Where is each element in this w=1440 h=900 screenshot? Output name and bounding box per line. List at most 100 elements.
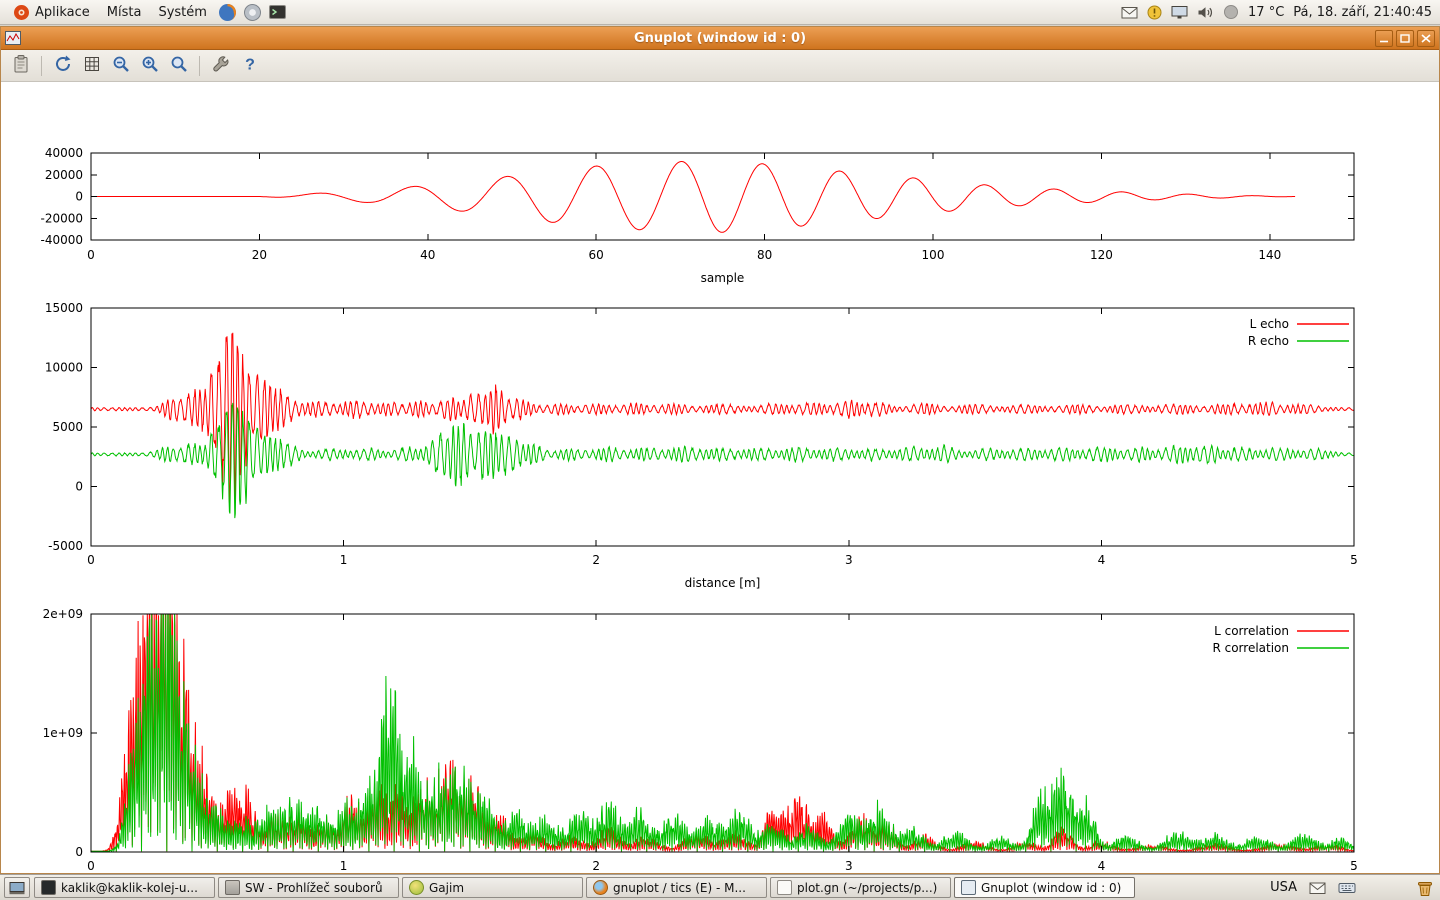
maximize-button[interactable] [1396,30,1414,47]
taskbar-item[interactable]: SW - Prohlížeč souborů [218,877,399,898]
svg-text:distance [m]: distance [m] [685,576,761,590]
help-button[interactable]: ? [236,53,263,79]
svg-text:sample: sample [701,271,745,285]
svg-text:120: 120 [1090,248,1113,262]
menu-applications[interactable]: Aplikace [6,2,97,23]
menu-system[interactable]: Systém [151,3,213,22]
svg-text:1: 1 [340,859,348,873]
svg-text:10000: 10000 [45,361,83,375]
mail-notification-icon[interactable] [1121,5,1138,20]
zoom-fit-icon [169,54,189,77]
gnuplot-icon [961,880,976,895]
keyboard-icon[interactable] [1338,881,1356,895]
firefox-icon [593,880,608,895]
mail-icon[interactable] [1309,881,1326,895]
taskbar-item-label: gnuplot / tics (E) - M... [613,881,746,895]
show-desktop-button[interactable] [4,877,30,898]
update-notifier-icon[interactable] [1147,5,1162,20]
ubuntu-logo-icon [13,4,30,21]
svg-text:1: 1 [340,553,348,567]
firefox-launcher-icon[interactable] [217,1,239,23]
svg-text:1e+09: 1e+09 [43,726,83,740]
gnuplot-toolbar: ? [1,50,1439,82]
help-icon: ? [240,54,260,77]
taskbar-window-list: kaklik@kaklik-kolej-u... SW - Prohlížeč s… [34,877,1135,898]
autoscale-button[interactable] [165,53,192,79]
svg-text:0: 0 [75,190,83,204]
refresh-icon [53,54,73,77]
svg-text:4: 4 [1098,553,1106,567]
svg-text:3: 3 [845,859,853,873]
svg-text:20: 20 [252,248,267,262]
replot-button[interactable] [49,53,76,79]
taskbar-item-label: Gnuplot (window id : 0) [981,881,1121,895]
weather-icon[interactable] [1223,4,1239,20]
taskbar-item[interactable]: gnuplot / tics (E) - M... [586,877,767,898]
terminal-launcher-icon[interactable] [267,1,289,23]
svg-text:-5000: -5000 [48,539,83,553]
svg-text:0: 0 [75,480,83,494]
taskbar-item-label: Gajim [429,881,464,895]
trash-icon[interactable] [1416,879,1434,897]
toggle-grid-button[interactable] [78,53,105,79]
copy-clipboard-button[interactable] [7,53,34,79]
wrench-icon [211,54,231,77]
svg-text:40000: 40000 [45,146,83,160]
svg-text:140: 140 [1258,248,1281,262]
svg-text:?: ? [245,57,255,74]
svg-text:L correlation: L correlation [1214,624,1289,638]
close-button[interactable] [1417,30,1435,47]
svg-text:100: 100 [922,248,945,262]
svg-text:0: 0 [87,553,95,567]
svg-text:40: 40 [420,248,435,262]
chart-echo-signals[interactable]: 012345-5000050001000015000distance [m]L … [1,297,1440,599]
svg-text:5: 5 [1350,553,1358,567]
toolbar-separator [41,56,42,76]
zoom-in-icon [140,54,160,77]
svg-text:2e+09: 2e+09 [43,607,83,621]
clock[interactable]: Pá, 18. září, 21:40:45 [1293,5,1432,20]
svg-text:-40000: -40000 [40,233,83,247]
editor-icon [777,880,792,895]
taskbar-item[interactable]: Gajim [402,877,583,898]
chart-correlation[interactable]: 01234501e+092e+09distance [m]L correlati… [1,604,1440,900]
taskbar-item-label: SW - Prohlížeč souborů [245,881,383,895]
titlebar[interactable]: Gnuplot (window id : 0) [1,27,1439,50]
menu-places[interactable]: Místa [100,3,149,22]
svg-text:R echo: R echo [1248,334,1289,348]
clipboard-icon [11,54,31,77]
temperature[interactable]: 17 °C [1248,5,1284,20]
grid-icon [82,54,102,77]
svg-text:0: 0 [75,845,83,859]
svg-text:4: 4 [1098,859,1106,873]
svg-text:2: 2 [592,859,600,873]
help-launcher-icon[interactable] [242,1,264,23]
svg-text:5000: 5000 [52,420,83,434]
svg-text:15000: 15000 [45,301,83,315]
svg-text:3: 3 [845,553,853,567]
zoom-next-button[interactable] [136,53,163,79]
menu-system-label: Systém [158,5,206,20]
gnome-top-panel: Aplikace Místa Systém [0,0,1440,25]
menu-applications-label: Aplikace [35,5,90,20]
chart-chirp-signal[interactable]: 020406080100120140-40000-200000200004000… [1,142,1440,294]
minimize-button[interactable] [1375,30,1393,47]
terminal-icon [41,880,56,895]
volume-icon[interactable] [1197,5,1214,20]
svg-text:20000: 20000 [45,168,83,182]
files-icon [225,880,240,895]
display-icon[interactable] [1171,5,1188,20]
taskbar-item[interactable]: kaklik@kaklik-kolej-u... [34,877,215,898]
desktop: Aplikace Místa Systém [0,0,1440,900]
plot-area[interactable]: 020406080100120140-40000-200000200004000… [1,83,1439,873]
configure-button[interactable] [207,53,234,79]
taskbar-item-label: plot.gn (~/projects/p...) [797,881,937,895]
svg-text:R correlation: R correlation [1212,641,1289,655]
gajim-icon [409,880,424,895]
taskbar-item[interactable]: plot.gn (~/projects/p...) [770,877,951,898]
keyboard-layout-indicator[interactable]: USA [1270,880,1297,895]
taskbar-item[interactable]: Gnuplot (window id : 0) [954,877,1135,898]
svg-text:5: 5 [1350,859,1358,873]
taskbar: kaklik@kaklik-kolej-u... SW - Prohlížeč s… [0,874,1440,900]
zoom-previous-button[interactable] [107,53,134,79]
